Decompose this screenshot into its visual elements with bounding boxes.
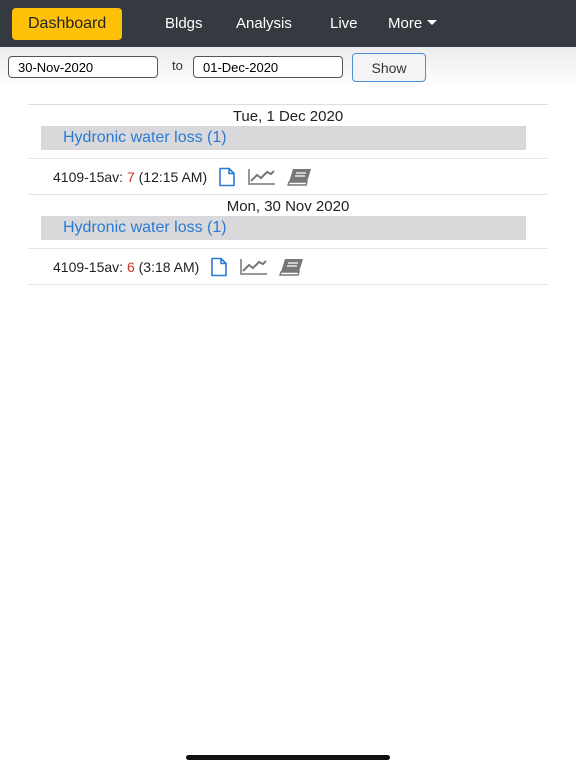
category-bar: Hydronic water loss (1) bbox=[41, 126, 526, 150]
category-link[interactable]: Hydronic water loss (1) bbox=[63, 129, 227, 146]
book-icon[interactable] bbox=[278, 257, 306, 277]
category-bar: Hydronic water loss (1) bbox=[41, 216, 526, 240]
nav-dashboard[interactable]: Dashboard bbox=[12, 8, 123, 40]
alarm-count: 6 bbox=[126, 258, 135, 275]
show-button[interactable]: Show bbox=[352, 53, 426, 82]
day-header: Tue, 1 Dec 2020 bbox=[232, 108, 344, 125]
category-link[interactable]: Hydronic water loss (1) bbox=[63, 219, 227, 236]
building-name: 4109-15av: bbox=[53, 258, 124, 275]
to-date-input[interactable] bbox=[193, 56, 343, 78]
alarm-list: Tue, 1 Dec 2020 Hydronic water loss (1) … bbox=[28, 104, 548, 285]
document-icon[interactable] bbox=[216, 167, 238, 187]
day-header: Mon, 30 Nov 2020 bbox=[226, 198, 350, 215]
book-icon[interactable] bbox=[286, 167, 314, 187]
nav-live[interactable]: Live bbox=[330, 0, 358, 47]
alarm-text: 4109-15av: 6 (3:18 AM) bbox=[53, 259, 199, 275]
top-navbar: Dashboard Bldgs Analysis Live More bbox=[0, 0, 576, 47]
trend-chart-icon[interactable] bbox=[247, 167, 277, 187]
building-name: 4109-15av: bbox=[53, 168, 124, 185]
alarm-row: 4109-15av: 6 (3:18 AM) bbox=[28, 248, 548, 285]
nav-bldgs[interactable]: Bldgs bbox=[165, 0, 203, 47]
nav-more-dropdown[interactable]: More bbox=[388, 0, 438, 47]
day-group: Tue, 1 Dec 2020 Hydronic water loss (1) … bbox=[28, 105, 548, 195]
nav-analysis[interactable]: Analysis bbox=[236, 0, 292, 47]
date-filter-bar: to Show bbox=[0, 47, 576, 89]
alarm-time: (3:18 AM) bbox=[138, 258, 200, 275]
caret-down-icon bbox=[427, 19, 438, 25]
to-label: to bbox=[172, 58, 183, 73]
alarm-text: 4109-15av: 7 (12:15 AM) bbox=[53, 169, 207, 185]
alarm-row: 4109-15av: 7 (12:15 AM) bbox=[28, 158, 548, 195]
document-icon[interactable] bbox=[208, 257, 230, 277]
alarm-count: 7 bbox=[126, 168, 135, 185]
home-indicator bbox=[186, 755, 390, 760]
day-group: Mon, 30 Nov 2020 Hydronic water loss (1)… bbox=[28, 195, 548, 285]
alarm-time: (12:15 AM) bbox=[138, 168, 208, 185]
nav-more-label: More bbox=[388, 15, 423, 32]
trend-chart-icon[interactable] bbox=[239, 257, 269, 277]
from-date-input[interactable] bbox=[8, 56, 158, 78]
